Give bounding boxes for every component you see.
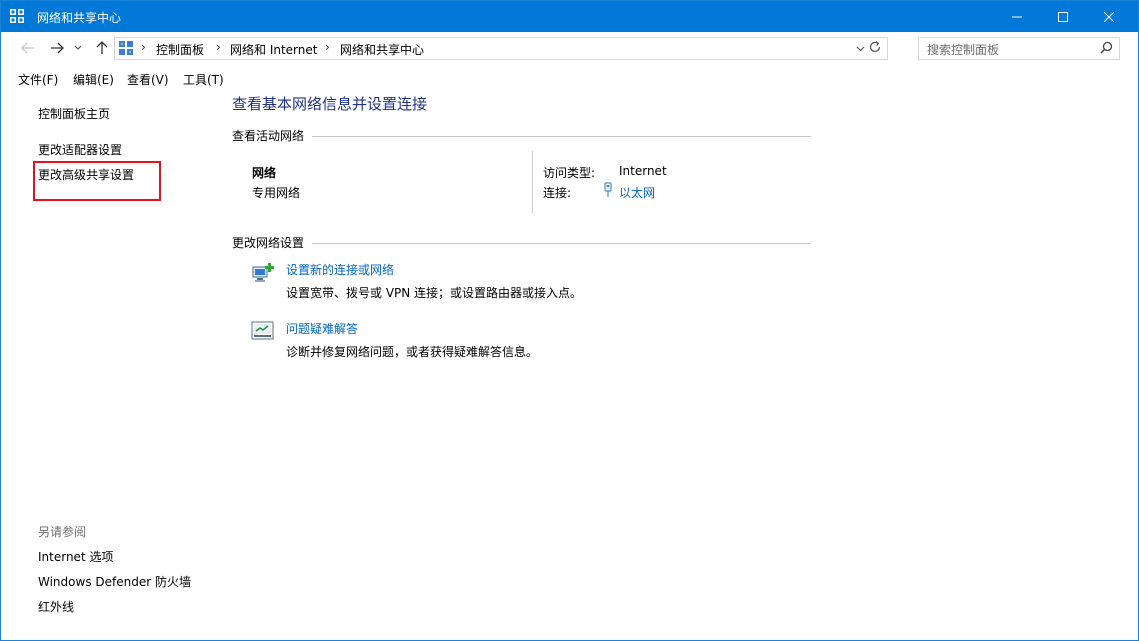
access-type-label: 访问类型: — [543, 166, 596, 180]
recent-locations-button[interactable] — [71, 39, 85, 57]
arrow-left-icon — [21, 42, 34, 54]
menu-bar: 文件(F) 编辑(E) 查看(V) 工具(T) — [1, 66, 1138, 90]
back-button[interactable] — [18, 39, 38, 57]
arrow-right-icon — [51, 42, 64, 54]
menu-view[interactable]: 查看(V) — [127, 71, 169, 88]
forward-button[interactable] — [47, 39, 67, 57]
refresh-button[interactable] — [868, 40, 884, 56]
window-title: 网络和共享中心 — [37, 11, 122, 25]
menu-edit[interactable]: 编辑(E) — [73, 71, 114, 88]
menu-tools[interactable]: 工具(T) — [183, 71, 224, 88]
breadcrumb-network-sharing-center[interactable]: 网络和共享中心 — [340, 41, 424, 58]
network-type: 专用网络 — [252, 186, 301, 200]
search-icon[interactable] — [1100, 41, 1113, 54]
section-divider — [312, 243, 811, 244]
window: 网络和共享中心 › 控制面板 › 网络和 Internet › 网络和共享中心 … — [0, 0, 1139, 641]
navigation-bar: › 控制面板 › 网络和 Internet › 网络和共享中心 搜索控制面板 — [1, 32, 1138, 64]
ethernet-icon — [604, 182, 612, 197]
access-type-value: Internet — [619, 164, 667, 178]
breadcrumb-separator-icon: › — [141, 40, 146, 54]
breadcrumb-control-panel[interactable]: 控制面板 — [156, 41, 204, 58]
see-also-label: 另请参阅 — [38, 525, 87, 539]
minimize-icon — [1012, 16, 1022, 17]
menu-file[interactable]: 文件(F) — [18, 71, 58, 88]
breadcrumb-network-internet[interactable]: 网络和 Internet — [230, 41, 317, 58]
ethernet-connection-link[interactable]: 以太网 — [619, 184, 655, 201]
address-dropdown-button[interactable] — [856, 41, 865, 55]
search-input[interactable]: 搜索控制面板 — [927, 41, 999, 58]
active-networks-label: 查看活动网络 — [232, 129, 305, 143]
refresh-icon — [869, 41, 881, 53]
control-panel-home-link[interactable]: 控制面板主页 — [38, 105, 110, 122]
control-panel-icon — [119, 41, 133, 55]
maximize-icon — [1058, 11, 1068, 22]
minimize-button[interactable] — [994, 1, 1040, 32]
network-center-icon — [10, 9, 24, 23]
address-bar[interactable]: › 控制面板 › 网络和 Internet › 网络和共享中心 — [114, 37, 888, 60]
breadcrumb-separator-icon: › — [216, 40, 221, 54]
infrared-link[interactable]: 红外线 — [38, 598, 74, 615]
search-box[interactable]: 搜索控制面板 — [918, 37, 1120, 60]
troubleshoot-problems-description: 诊断并修复网络问题，或者获得疑难解答信息。 — [286, 345, 539, 359]
connections-label: 连接: — [543, 186, 572, 200]
title-bar: 网络和共享中心 — [1, 1, 1138, 32]
setup-new-connection-link[interactable]: 设置新的连接或网络 — [286, 261, 394, 278]
change-network-settings-label: 更改网络设置 — [232, 236, 305, 250]
breadcrumb-separator-icon: › — [325, 40, 330, 54]
windows-defender-firewall-link[interactable]: Windows Defender 防火墙 — [38, 573, 191, 590]
section-divider — [312, 136, 811, 137]
highlight-box — [33, 161, 161, 201]
troubleshoot-problems-link[interactable]: 问题疑难解答 — [286, 320, 358, 337]
change-adapter-settings-link[interactable]: 更改适配器设置 — [38, 141, 122, 158]
close-icon — [1104, 11, 1114, 22]
chevron-down-icon — [856, 46, 865, 52]
page-title: 查看基本网络信息并设置连接 — [232, 95, 428, 113]
network-name: 网络 — [252, 166, 277, 180]
network-divider — [532, 151, 533, 213]
chevron-down-icon — [74, 45, 82, 50]
troubleshoot-icon — [251, 321, 274, 340]
close-button[interactable] — [1086, 1, 1132, 32]
internet-options-link[interactable]: Internet 选项 — [38, 548, 113, 565]
arrow-up-icon — [96, 41, 108, 54]
new-connection-icon — [252, 263, 274, 282]
up-button[interactable] — [92, 39, 112, 57]
setup-new-connection-description: 设置宽带、拨号或 VPN 连接；或设置路由器或接入点。 — [286, 286, 583, 300]
maximize-button[interactable] — [1040, 1, 1086, 32]
